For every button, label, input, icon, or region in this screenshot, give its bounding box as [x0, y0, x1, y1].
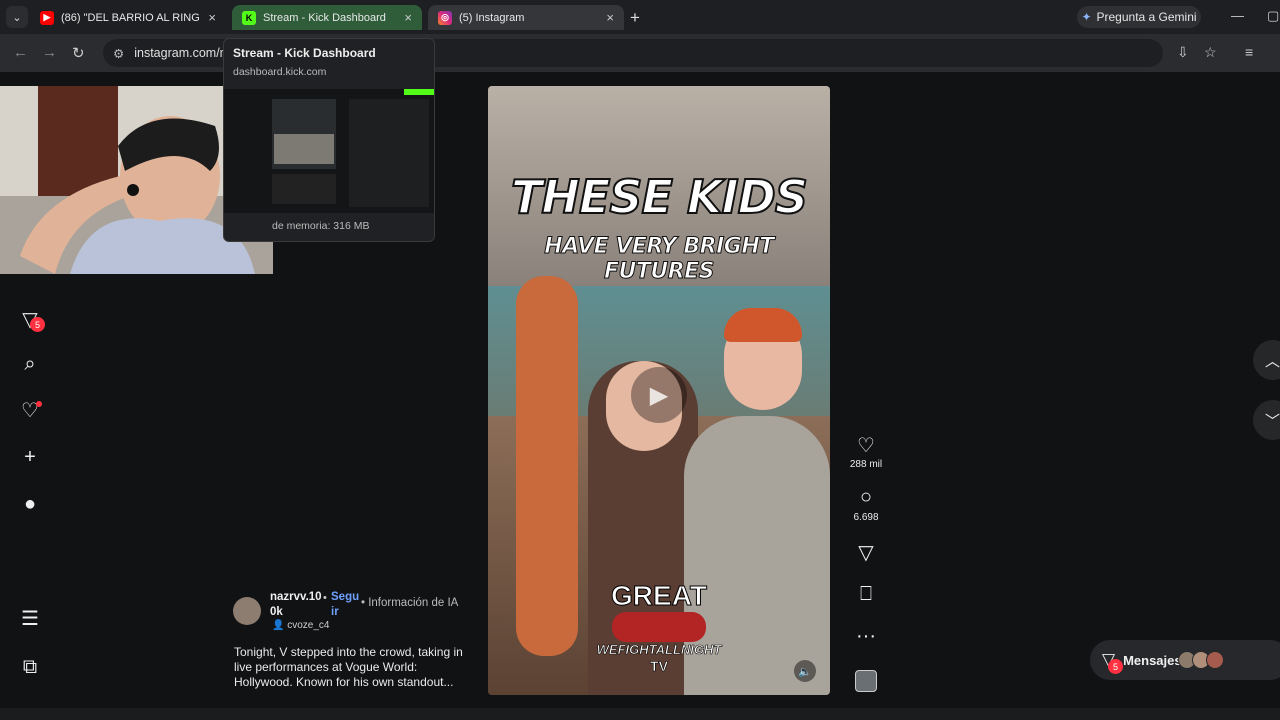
forward-arrow-icon[interactable]: → [42, 44, 57, 61]
gemini-button[interactable]: ✦ Pregunta a Gemini [1077, 6, 1201, 28]
logo-great-text: GREAT [611, 580, 708, 612]
logo-brand-text: WEFIGHTALLNIGHT [596, 642, 722, 658]
share-icon[interactable]: ▽ [854, 540, 878, 565]
close-icon[interactable]: × [606, 10, 614, 25]
audio-thumbnail[interactable] [855, 670, 877, 692]
save-bookmark-icon[interactable]: ⎕ [854, 583, 878, 606]
gemini-sparkle-icon: ✦ [1081, 10, 1092, 24]
author-avatar[interactable] [233, 597, 261, 625]
reel-title-line2: HAVE VERY BRIGHT FUTURES [544, 234, 775, 285]
follow-button[interactable]: Segu ir [331, 590, 361, 620]
tab-kick-dashboard[interactable]: K Stream - Kick Dashboard × [232, 5, 422, 30]
comment-count: 6.698 [853, 512, 879, 523]
author-username[interactable]: nazrvv.10 0k [270, 590, 324, 620]
audio-attribution[interactable]: 👤 cvoze_c4 [272, 620, 329, 631]
tab-youtube[interactable]: ▶ (86) "DEL BARRIO AL RING 🥊 F × [30, 5, 226, 30]
tab-search-button[interactable]: ⌄ [6, 6, 28, 28]
hover-card-preview [224, 89, 434, 213]
volume-icon[interactable]: 🔈 [794, 660, 816, 682]
kid-boy-hair [724, 308, 802, 342]
play-icon[interactable]: ▶ [631, 367, 687, 423]
more-apps-icon[interactable]: ⧉ [18, 655, 42, 679]
search-icon[interactable]: ⌕ [18, 352, 42, 376]
boxing-gloves-logo [612, 612, 706, 642]
back-arrow-icon[interactable]: ← [13, 44, 28, 61]
instagram-icon: ◎ [438, 10, 452, 25]
like-heart-icon[interactable]: ♡ [854, 433, 878, 458]
activity-dot [36, 401, 42, 407]
chevron-up-icon: ︿ [1265, 352, 1280, 370]
kick-icon: K [242, 10, 256, 25]
tab-hover-card: Stream - Kick Dashboard dashboard.kick.c… [223, 38, 435, 242]
messages-label: Mensajes [1123, 652, 1182, 668]
hover-card-url: dashboard.kick.com [233, 66, 327, 78]
reel-video[interactable]: THESE KIDS HAVE VERY BRIGHT FUTURES ▶ GR… [488, 86, 830, 695]
caption-separator: • [323, 592, 327, 604]
tab-title: Stream - Kick Dashboard [263, 11, 386, 24]
like-count: 288 mil [849, 459, 883, 470]
contact-avatar [1205, 651, 1224, 669]
tab-title: (86) "DEL BARRIO AL RING 🥊 F [61, 12, 202, 24]
gemini-label: Pregunta a Gemini [1096, 10, 1197, 24]
hover-card-memory: de memoria: 316 MB [272, 220, 370, 232]
hover-card-title: Stream - Kick Dashboard [233, 46, 376, 60]
site-info-icon[interactable]: ⚙ [113, 46, 124, 61]
reel-title-line1: THESE KIDS [510, 169, 809, 225]
comment-icon[interactable]: ○ [854, 486, 878, 509]
url-text: instagram.com/re [134, 46, 231, 60]
media-controls-icon[interactable]: ≡ [1245, 44, 1253, 60]
bookmark-star-icon[interactable]: ☆ [1204, 44, 1217, 61]
person-icon: 👤 [272, 620, 288, 631]
logo-tv-text: TV [650, 658, 668, 675]
audio-name: cvoze_c4 [287, 620, 330, 631]
youtube-icon: ▶ [40, 10, 54, 25]
browser-toolbar: ← → ↻ ⚙ instagram.com/re [0, 34, 1280, 72]
tab-instagram[interactable]: ◎ (5) Instagram × [428, 5, 624, 30]
maximize-icon[interactable]: ▢ [1267, 8, 1279, 24]
notification-badge: 5 [30, 317, 45, 332]
menu-icon[interactable]: ☰ [18, 606, 42, 630]
caption-text: Tonight, V stepped into the crowd, takin… [234, 645, 463, 689]
chevron-down-icon: ⌄ [12, 11, 22, 24]
install-app-icon[interactable]: ⇩ [1177, 44, 1189, 61]
reload-icon[interactable]: ↻ [72, 44, 85, 62]
create-plus-icon[interactable]: + [18, 445, 42, 469]
close-icon[interactable]: × [208, 10, 216, 25]
messages-badge: 5 [1108, 659, 1123, 674]
os-taskbar [0, 708, 1280, 720]
profile-icon[interactable]: ● [18, 492, 42, 516]
tab-strip: ⌄ ▶ (86) "DEL BARRIO AL RING 🥊 F × K Str… [0, 0, 1280, 34]
minimize-icon[interactable]: — [1231, 8, 1244, 23]
chevron-down-icon: ﹀ [1265, 412, 1280, 430]
close-icon[interactable]: × [404, 10, 412, 25]
new-tab-button[interactable]: + [630, 8, 640, 28]
more-options-icon[interactable]: ··· [854, 625, 878, 648]
tab-title: (5) Instagram [459, 11, 525, 24]
ai-info-link[interactable]: • Información de IA [361, 597, 458, 609]
